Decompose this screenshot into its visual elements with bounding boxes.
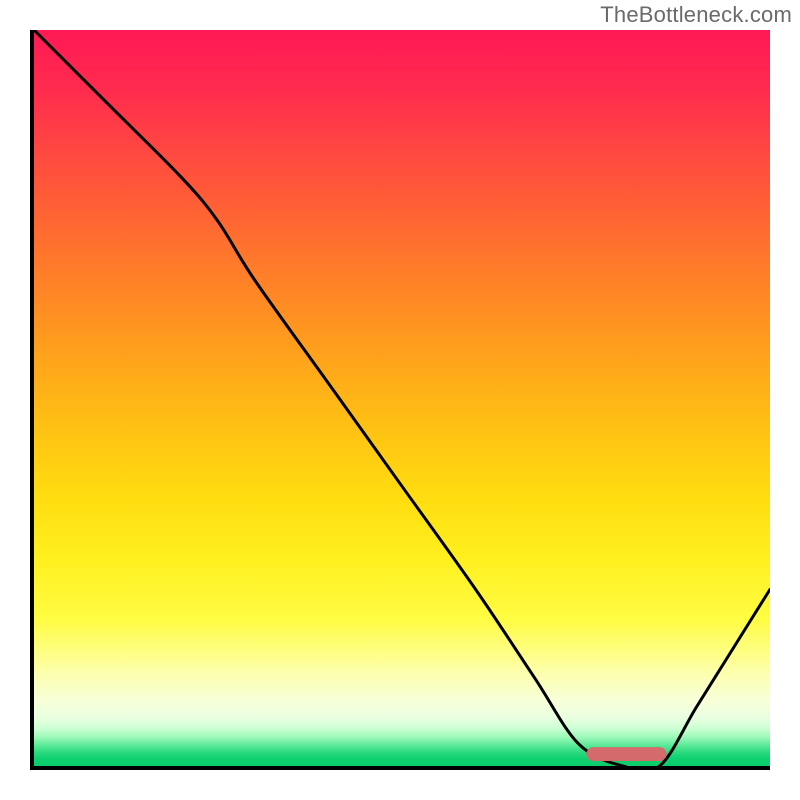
curve-layer — [34, 30, 770, 766]
watermark-text: TheBottleneck.com — [600, 2, 792, 28]
bottleneck-curve — [34, 30, 770, 766]
plot-area — [30, 30, 770, 770]
chart-canvas: TheBottleneck.com — [0, 0, 800, 800]
